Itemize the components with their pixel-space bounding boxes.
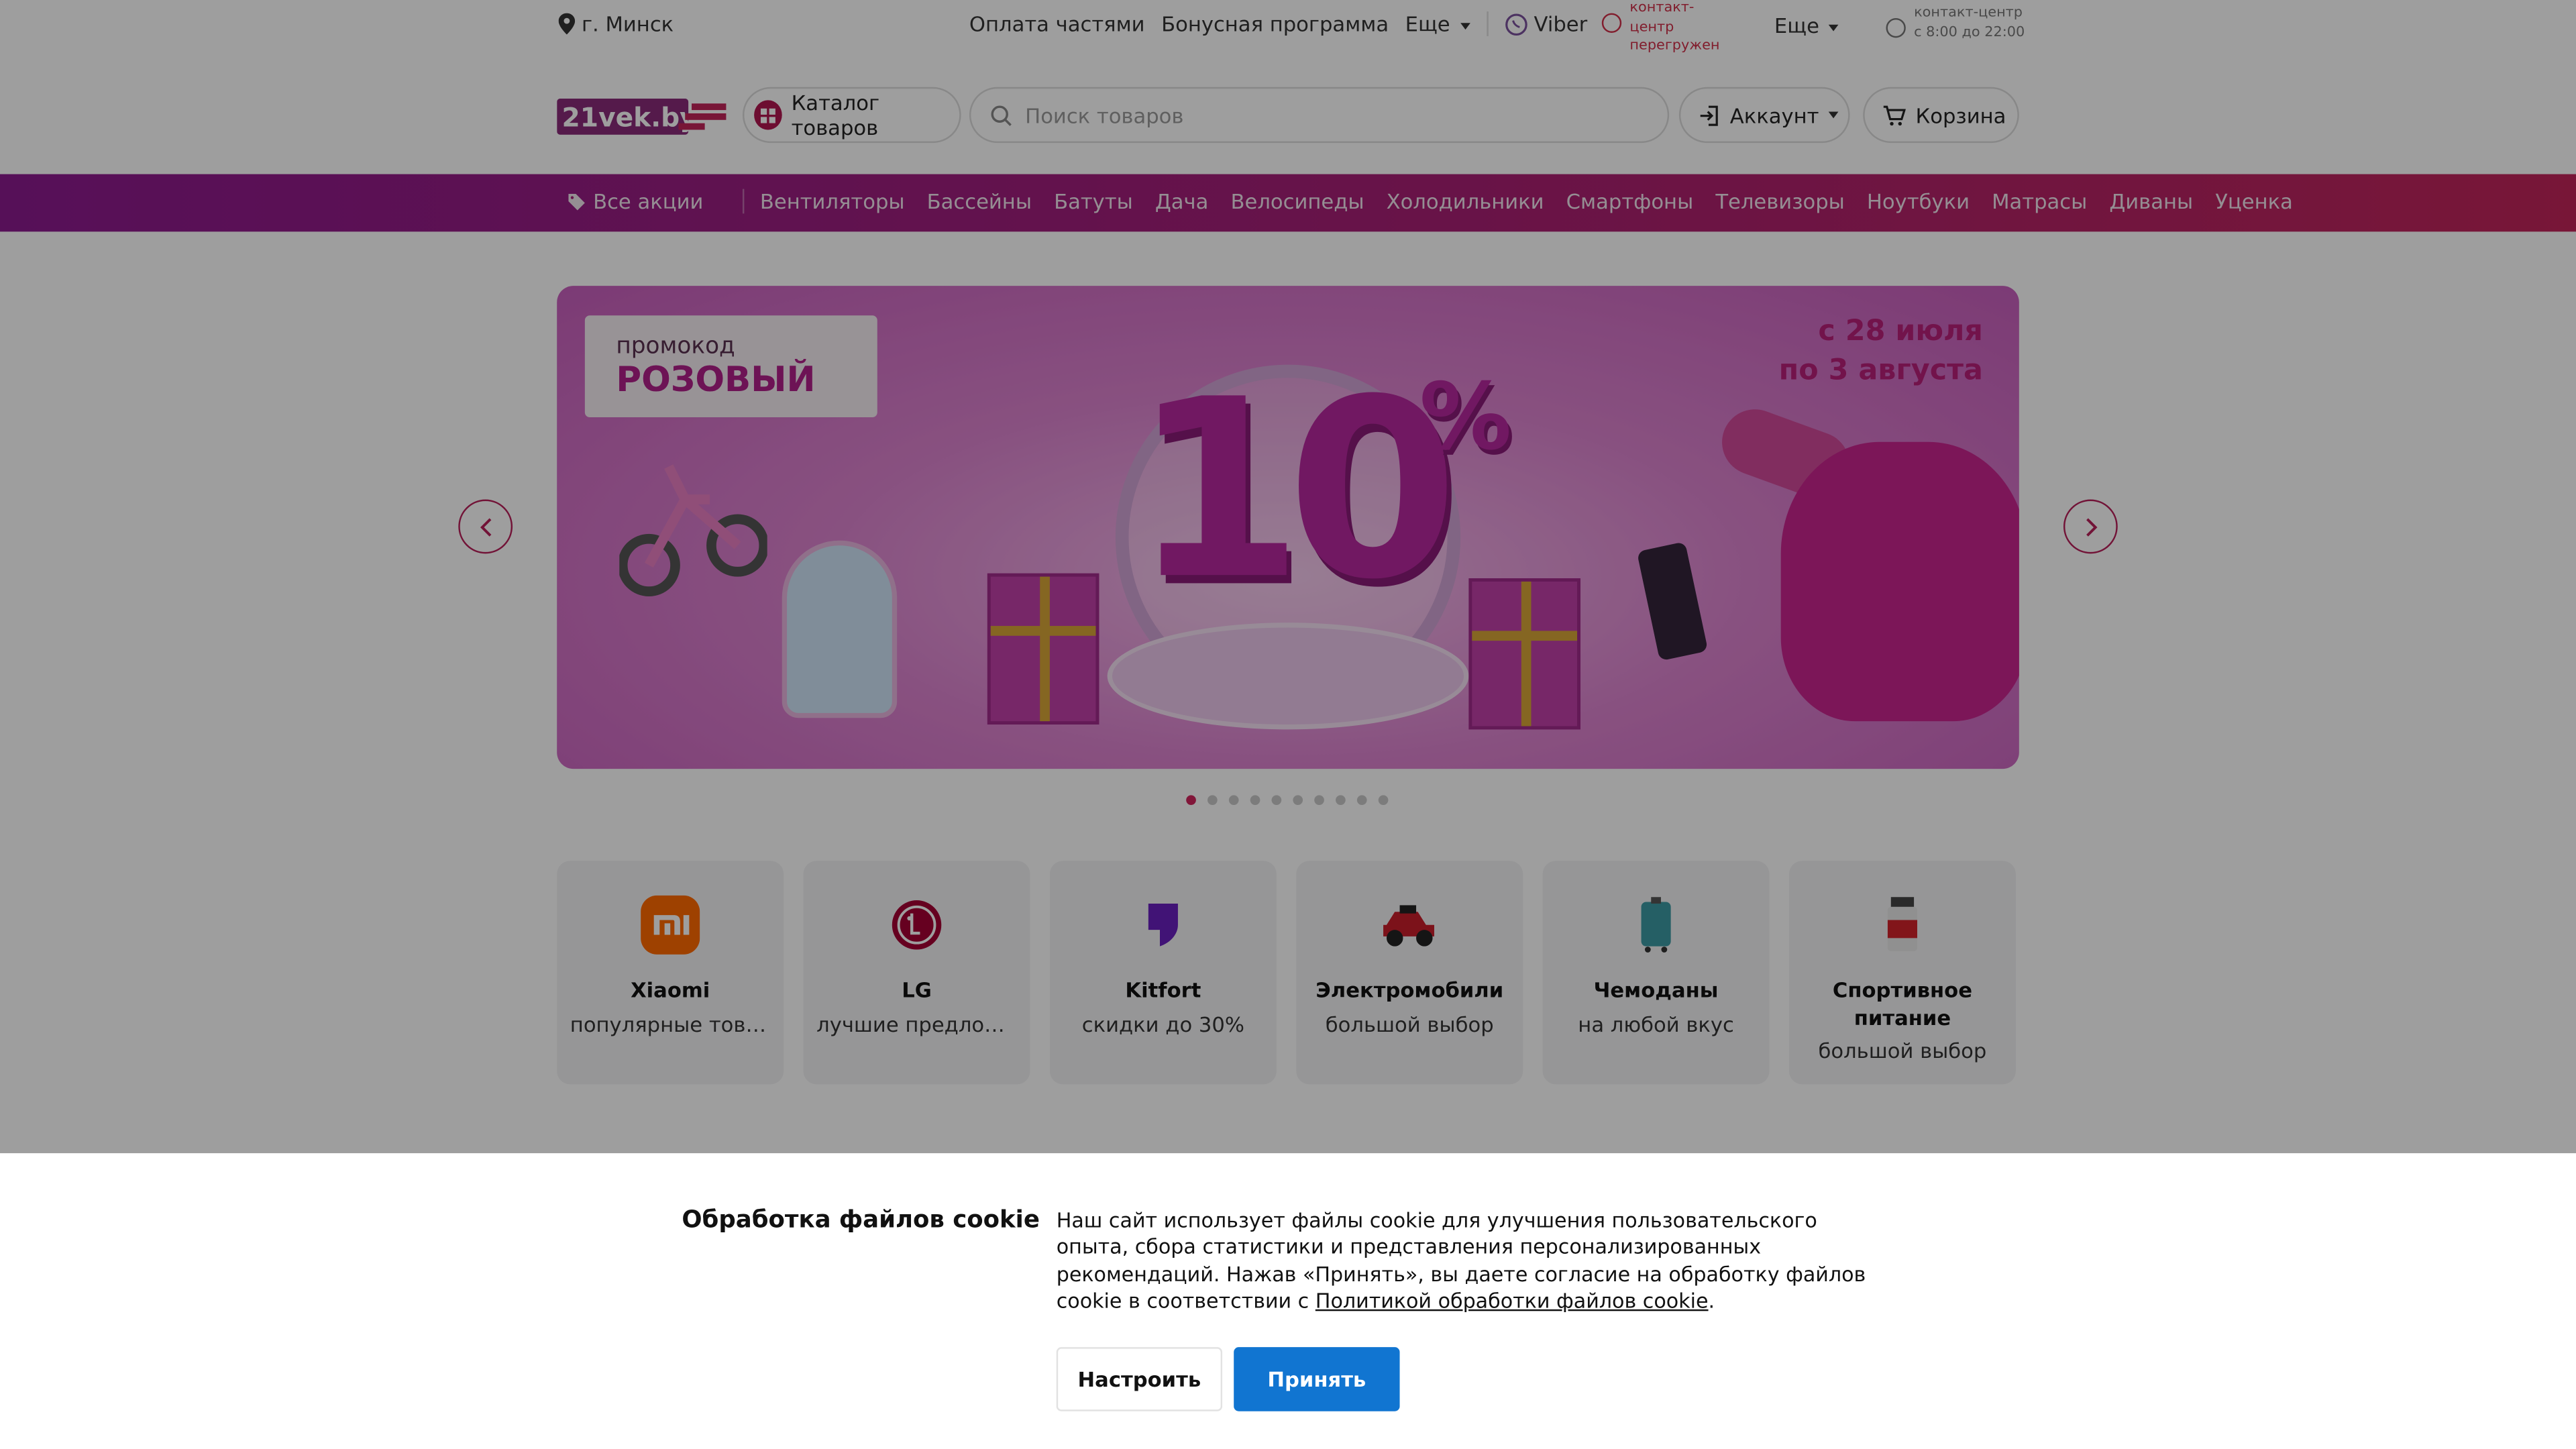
- cookie-consent-panel: Обработка файлов cookie Наш сайт использ…: [0, 1153, 2576, 1449]
- cookie-accept-button[interactable]: Принять: [1234, 1347, 1400, 1411]
- cookie-heading: Обработка файлов cookie: [682, 1208, 1040, 1234]
- cookie-text: Наш сайт использует файлы cookie для улу…: [1057, 1208, 1894, 1315]
- cookie-text-end: .: [1708, 1289, 1715, 1313]
- cookie-settings-button[interactable]: Настроить: [1056, 1347, 1223, 1411]
- modal-backdrop: [0, 0, 2576, 1154]
- cookie-policy-link[interactable]: Политикой обработки файлов cookie: [1316, 1289, 1709, 1312]
